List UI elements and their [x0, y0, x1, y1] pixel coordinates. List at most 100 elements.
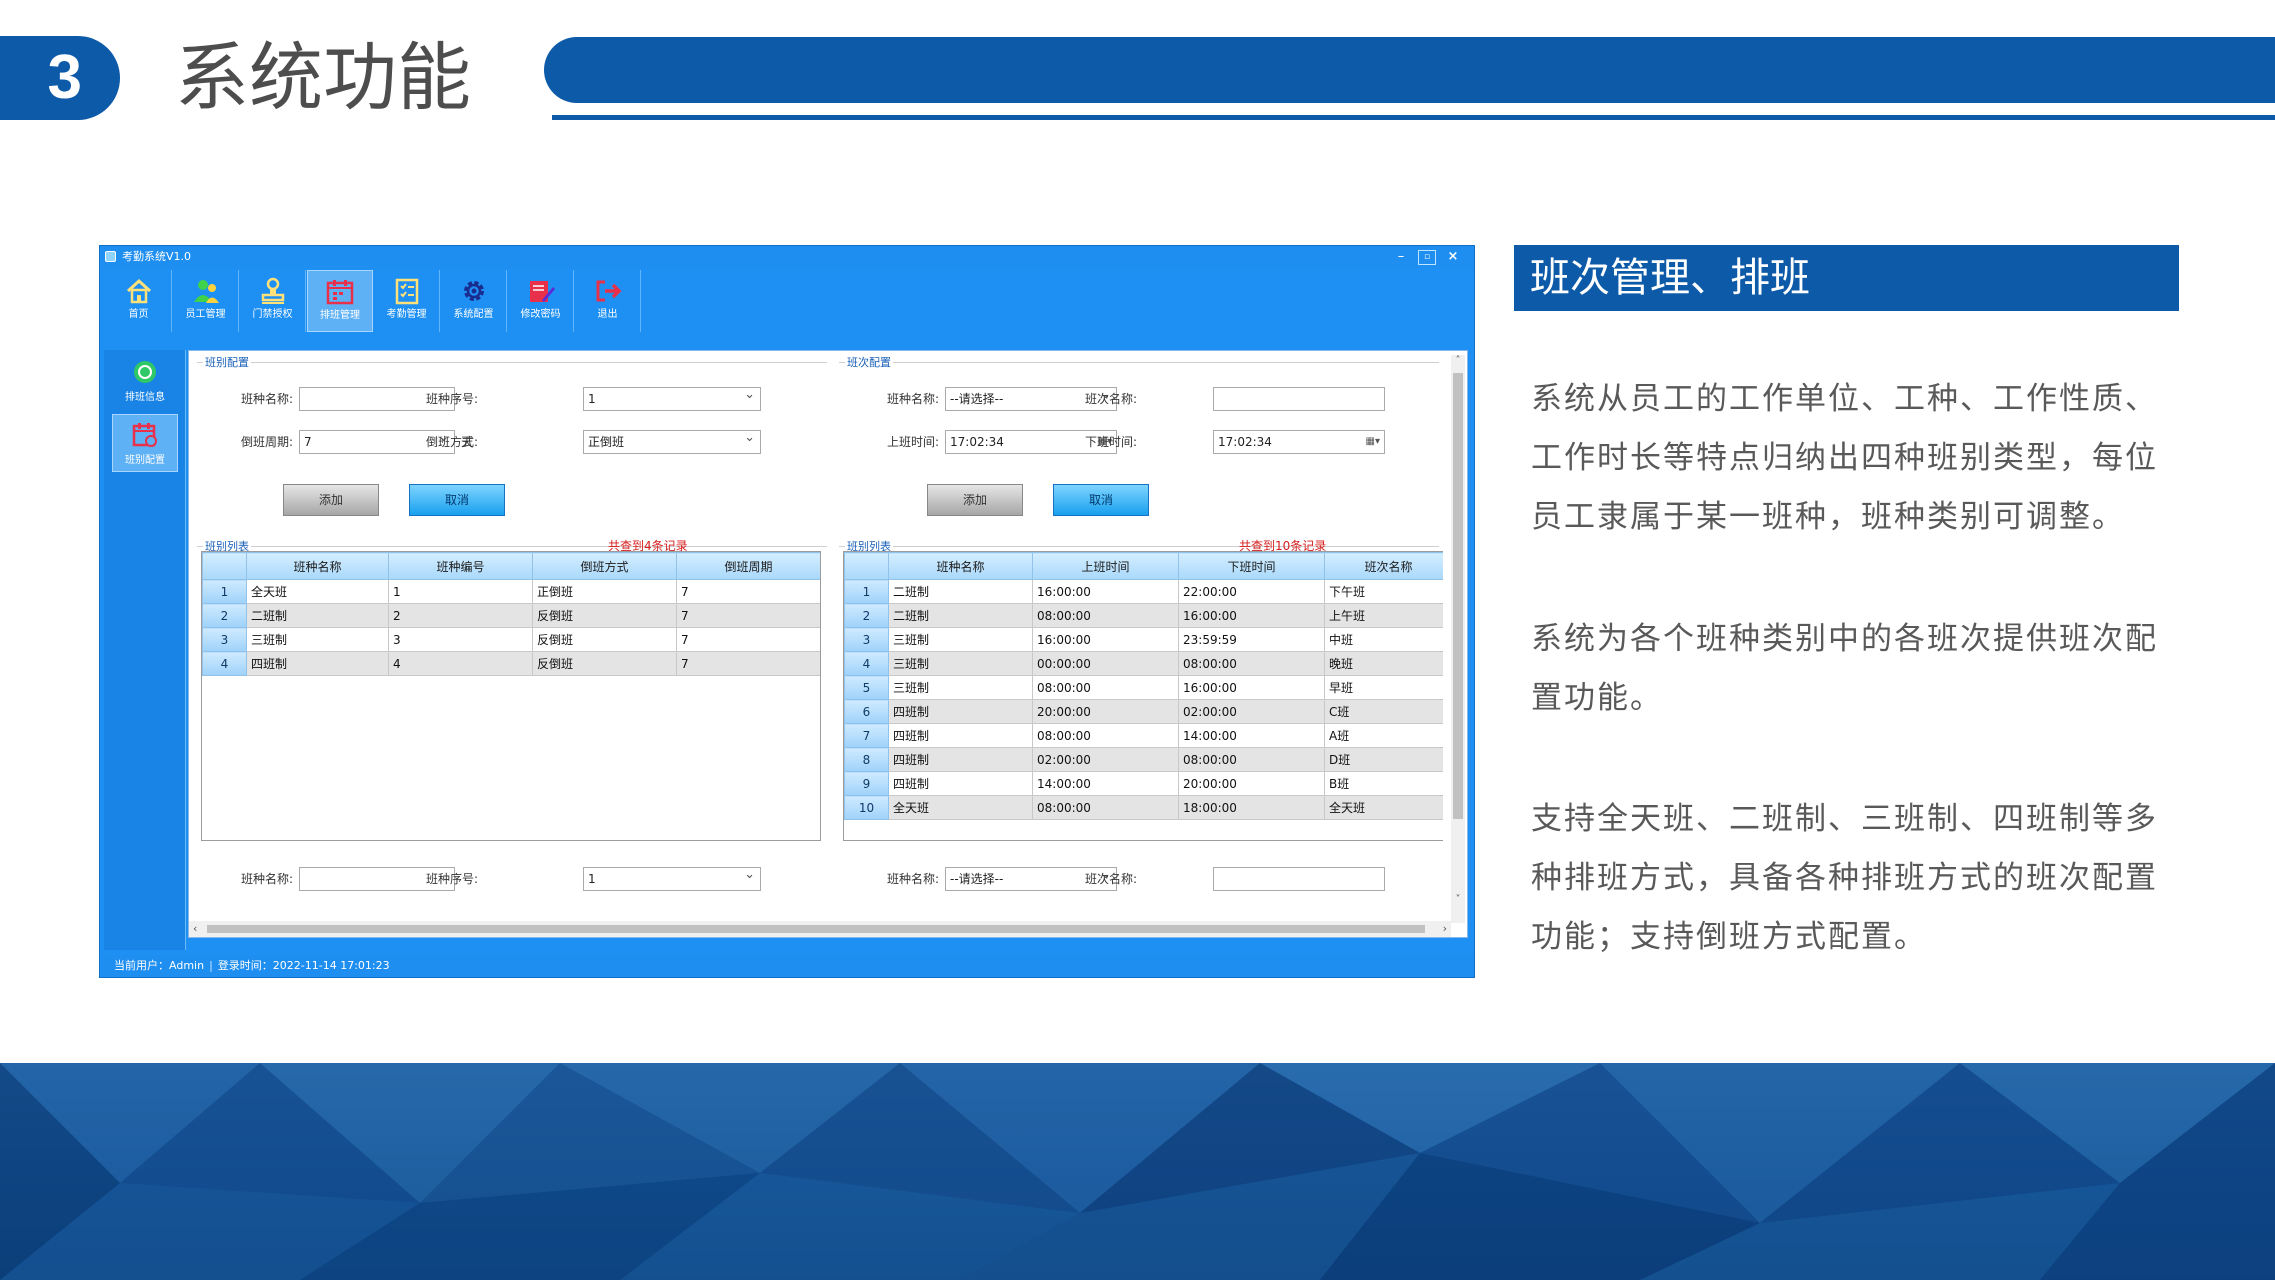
toolbar-home-label: 首页	[128, 309, 149, 320]
table-cell: 二班制	[888, 603, 1033, 628]
horizontal-scroll-thumb[interactable]	[207, 925, 1425, 933]
table-row[interactable]: 6 四班制 20:00:00 02:00:00 C班	[844, 699, 1443, 724]
table-cell: 2	[388, 603, 533, 628]
decorative-background-band	[0, 1063, 2275, 1280]
table-cell: 16:00:00	[1032, 579, 1179, 604]
end-time-picker[interactable]: 17:02:34	[1213, 430, 1385, 454]
row-number-cell: 2	[202, 603, 247, 628]
toolbar-employee-button[interactable]: 员工管理	[173, 270, 239, 332]
toolbar-home-button[interactable]: 首页	[106, 270, 172, 332]
cycle-label: 倒班周期:	[240, 435, 293, 449]
toolbar-access-button[interactable]: 门禁授权	[240, 270, 306, 332]
paragraph-3: 支持全天班、二班制、三班制、四班制等多种排班方式，具备各种排班方式的班次配置功能…	[1531, 801, 2158, 955]
table-row[interactable]: 4 三班制 00:00:00 08:00:00 晚班	[844, 651, 1443, 676]
row-number-cell: 6	[844, 699, 889, 724]
table-cell: 16:00:00	[1032, 627, 1179, 652]
toolbar-attendance-button[interactable]: 考勤管理	[374, 270, 440, 332]
table-row[interactable]: 10 全天班 08:00:00 18:00:00 全天班	[844, 795, 1443, 820]
column-header-rownum	[844, 552, 889, 580]
scroll-left-icon[interactable]: ‹	[193, 921, 197, 937]
table-row[interactable]: 4 四班制 4 反倒班 7	[202, 651, 820, 676]
table-cell: 7	[676, 651, 820, 676]
sidebar-item-schedule-info[interactable]: 排班信息	[112, 352, 178, 410]
table-cell: B班	[1324, 771, 1443, 796]
bottom-shift-order-select[interactable]: 1	[583, 864, 761, 891]
table-cell: 14:00:00	[1178, 723, 1325, 748]
table-cell: 下午班	[1324, 579, 1443, 604]
shift-panel: 班次配置 班种名称: --请选择-- 班次名称: 上班时间: 17:02:34 …	[839, 351, 1443, 923]
cancel-shift-button[interactable]: 取消	[1053, 484, 1149, 516]
column-header[interactable]: 班种编号	[388, 552, 533, 580]
add-shift-type-button[interactable]: 添加	[283, 484, 379, 516]
minimize-button[interactable]: –	[1390, 248, 1412, 266]
toolbar-exit-button[interactable]: 退出	[575, 270, 641, 332]
table-row[interactable]: 7 四班制 08:00:00 14:00:00 A班	[844, 723, 1443, 748]
column-header[interactable]: 下班时间	[1178, 552, 1325, 580]
horizontal-scrollbar[interactable]: ‹ ›	[189, 921, 1451, 937]
scroll-right-icon[interactable]: ›	[1443, 921, 1447, 937]
table-cell: 全天班	[246, 579, 389, 604]
table-cell: 早班	[1324, 675, 1443, 700]
status-bar: 当前用户：Admin | 登录时间：2022-11-14 17:01:23	[100, 955, 1474, 977]
column-header[interactable]: 倒班方式	[532, 552, 677, 580]
table-cell: 四班制	[888, 699, 1033, 724]
vertical-scroll-thumb[interactable]	[1453, 373, 1463, 819]
toolbar-schedule-button[interactable]: 排班管理	[307, 270, 373, 332]
close-button[interactable]: ×	[1442, 248, 1464, 266]
row-number-cell: 3	[844, 627, 889, 652]
column-header[interactable]: 上班时间	[1032, 552, 1179, 580]
column-header[interactable]: 班种名称	[246, 552, 389, 580]
row-number-cell: 4	[844, 651, 889, 676]
shift-name-label: 班次名称:	[1084, 392, 1137, 406]
table-row[interactable]: 2 二班制 08:00:00 16:00:00 上午班	[844, 603, 1443, 628]
shift-order-label: 班种序号:	[425, 392, 478, 406]
sidebar-item-shift-config[interactable]: 班别配置	[112, 414, 178, 472]
table-row[interactable]: 3 三班制 3 反倒班 7	[202, 627, 820, 652]
table-row[interactable]: 1 二班制 16:00:00 22:00:00 下午班	[844, 579, 1443, 604]
add-shift-button[interactable]: 添加	[927, 484, 1023, 516]
table-header-row: 班种名称 班种编号 倒班方式 倒班周期	[202, 552, 820, 580]
slide: 3 系统功能 考勤系统V1.0 – ▫ × 首页 员工管理 门禁授权 排班管理 …	[0, 0, 2275, 1280]
bottom-shift-name-input[interactable]	[1213, 867, 1385, 891]
window-title: 考勤系统V1.0	[122, 250, 192, 263]
slide-title: 系统功能	[175, 35, 471, 121]
table-cell: 正倒班	[532, 579, 677, 604]
cancel-shift-type-button[interactable]: 取消	[409, 484, 505, 516]
restore-button[interactable]: ▫	[1418, 250, 1436, 265]
bottom-shift-name-label: 班种名称:	[240, 872, 293, 886]
table-row[interactable]: 3 三班制 16:00:00 23:59:59 中班	[844, 627, 1443, 652]
table-row[interactable]: 1 全天班 1 正倒班 7	[202, 579, 820, 604]
table-row[interactable]: 8 四班制 02:00:00 08:00:00 D班	[844, 747, 1443, 772]
table-cell: 四班制	[888, 771, 1033, 796]
table-row[interactable]: 5 三班制 08:00:00 16:00:00 早班	[844, 675, 1443, 700]
table-cell: 上午班	[1324, 603, 1443, 628]
group-label: 班次配置	[845, 354, 893, 370]
table-cell: 08:00:00	[1032, 603, 1179, 628]
shift-type-label: 班种名称:	[886, 392, 939, 406]
table-row[interactable]: 9 四班制 14:00:00 20:00:00 B班	[844, 771, 1443, 796]
vertical-scrollbar[interactable]: ˄ ˅	[1451, 355, 1465, 923]
rotation-mode-select[interactable]: 正倒班	[583, 427, 761, 454]
group-line	[839, 362, 1439, 363]
sidebar-item-label: 排班信息	[125, 392, 165, 403]
toolbar-password-button[interactable]: 修改密码	[508, 270, 574, 332]
group-line	[197, 362, 827, 363]
row-number-cell: 5	[844, 675, 889, 700]
table-cell: 1	[388, 579, 533, 604]
column-header[interactable]: 倒班周期	[676, 552, 820, 580]
column-header[interactable]: 班种名称	[888, 552, 1033, 580]
table-cell: 14:00:00	[1032, 771, 1179, 796]
shift-type-panel: 班别配置 班种名称: 班种序号: 1 倒班周期: 7 天 倒班方式: 正倒班 添…	[193, 351, 833, 923]
status-separator: |	[209, 959, 213, 972]
table-row[interactable]: 2 二班制 2 反倒班 7	[202, 603, 820, 628]
bottom-shift-name-label: 班次名称:	[1084, 872, 1137, 886]
shift-order-select[interactable]: 1	[583, 384, 761, 411]
column-header[interactable]: 班次名称	[1324, 552, 1443, 580]
polygon-pattern	[0, 1063, 2275, 1280]
table-cell: 23:59:59	[1178, 627, 1325, 652]
table-cell: 三班制	[888, 651, 1033, 676]
scroll-up-icon[interactable]: ˄	[1451, 355, 1465, 366]
scroll-down-icon[interactable]: ˅	[1451, 894, 1465, 905]
toolbar-settings-button[interactable]: 系统配置	[441, 270, 507, 332]
shift-name-input[interactable]	[1213, 387, 1385, 411]
